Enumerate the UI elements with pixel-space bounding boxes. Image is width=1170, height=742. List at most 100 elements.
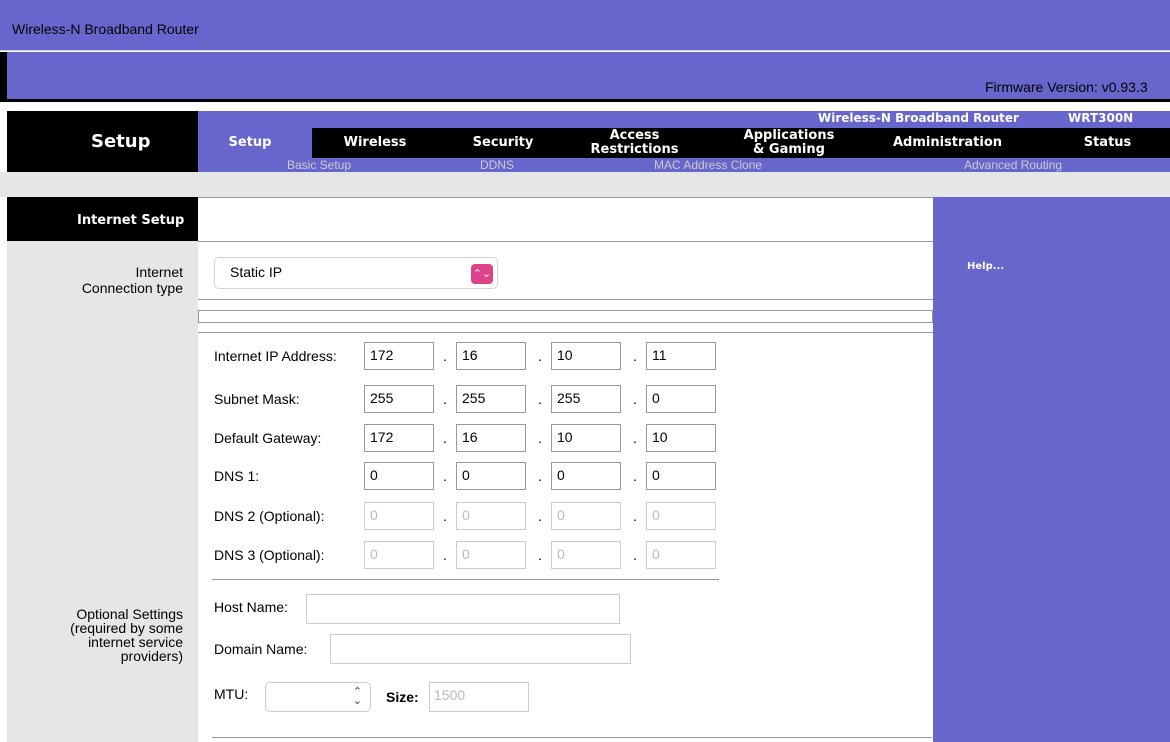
ip-octet-input[interactable]: 172: [364, 342, 434, 370]
size-label: Size:: [386, 689, 419, 705]
connection-type-select[interactable]: Static IP ⌃⌄: [214, 257, 498, 289]
tab-wireless[interactable]: Wireless: [330, 128, 420, 158]
tab-administration[interactable]: Administration: [880, 128, 1015, 158]
ip-octet-input[interactable]: 0: [364, 502, 434, 530]
divider: [212, 737, 932, 738]
tab-setup[interactable]: Setup: [221, 128, 279, 158]
ip-octet-input[interactable]: 16: [456, 424, 526, 452]
header-separator: [0, 172, 1170, 197]
tab-status[interactable]: Status: [1070, 128, 1145, 158]
ip-octet-input[interactable]: 0: [646, 462, 716, 490]
ip-octet-input[interactable]: 16: [456, 342, 526, 370]
model-name: WRT300N: [1068, 111, 1134, 125]
host-name-label: Host Name:: [214, 599, 288, 615]
ip-octet-input[interactable]: 0: [646, 385, 716, 413]
divider: [198, 310, 933, 311]
mtu-select[interactable]: ⌃ ⌄: [265, 682, 371, 712]
ip-octet-input[interactable]: 11: [646, 342, 716, 370]
tab-security[interactable]: Security: [458, 128, 548, 158]
octet-separator: .: [538, 508, 542, 524]
mtu-size-value: 1500: [434, 687, 466, 703]
ip-octet-input[interactable]: 0: [551, 541, 621, 569]
octet-separator: .: [443, 547, 447, 563]
ip-octet-input[interactable]: 10: [551, 342, 621, 370]
ip-field-label: DNS 3 (Optional):: [214, 547, 325, 563]
ip-octet-input[interactable]: 0: [456, 541, 526, 569]
octet-separator: .: [633, 547, 637, 563]
tab-applications-gaming[interactable]: Applications & Gaming: [734, 128, 844, 158]
ip-field-label: Internet IP Address:: [214, 348, 337, 364]
ip-octet-input[interactable]: 0: [364, 462, 434, 490]
divider: [198, 299, 933, 300]
tab-setup-label: Setup: [228, 135, 272, 150]
mtu-label: MTU:: [214, 686, 249, 702]
internet-setup-header: Internet Setup: [7, 197, 198, 241]
ip-octet-input[interactable]: 0: [646, 502, 716, 530]
ip-octet-input[interactable]: 0: [456, 462, 526, 490]
ip-octet-input[interactable]: 255: [364, 385, 434, 413]
ip-octet-input[interactable]: 0: [456, 502, 526, 530]
octet-separator: .: [538, 391, 542, 407]
ip-octet-input[interactable]: 0: [551, 502, 621, 530]
help-panel: [933, 197, 1170, 742]
connection-type-label: Internet Connection type: [81, 264, 183, 296]
domain-name-input[interactable]: [330, 634, 631, 664]
mtu-size-input[interactable]: 1500: [429, 682, 529, 712]
subtab-mac-address-clone[interactable]: MAC Address Clone: [654, 158, 762, 172]
tab-access-restrictions[interactable]: Access Restrictions: [582, 128, 687, 158]
octet-separator: .: [538, 348, 542, 364]
ip-octet-input[interactable]: 172: [364, 424, 434, 452]
octet-separator: .: [538, 430, 542, 446]
ip-field-label: DNS 1:: [214, 468, 260, 484]
octet-separator: .: [538, 547, 542, 563]
ip-octet-input[interactable]: 255: [551, 385, 621, 413]
host-name-input[interactable]: [306, 594, 620, 624]
divider: [198, 322, 933, 323]
tab-administration-label: Administration: [892, 135, 1003, 150]
internet-setup-title: Internet Setup: [77, 213, 185, 228]
connection-type-value: Static IP: [230, 264, 283, 280]
subtab-basic-setup[interactable]: Basic Setup: [287, 158, 351, 172]
divider: [198, 332, 933, 333]
octet-separator: .: [633, 430, 637, 446]
help-link[interactable]: Help...: [967, 261, 1004, 272]
octet-separator: .: [633, 508, 637, 524]
section-header-title: Setup: [91, 131, 151, 152]
domain-name-label: Domain Name:: [214, 641, 308, 657]
ip-field-label: DNS 2 (Optional):: [214, 508, 325, 524]
divider: [198, 241, 933, 242]
tab-status-label: Status: [1083, 135, 1132, 150]
octet-separator: .: [443, 391, 447, 407]
octet-separator: .: [633, 468, 637, 484]
octet-separator: .: [443, 430, 447, 446]
ip-octet-input[interactable]: 0: [364, 541, 434, 569]
window-title: Wireless-N Broadband Router: [12, 21, 199, 37]
product-name: Wireless-N Broadband Router: [818, 111, 1019, 125]
octet-separator: .: [443, 348, 447, 364]
subtab-advanced-routing[interactable]: Advanced Routing: [964, 158, 1062, 172]
firmware-bar: Firmware Version: v0.93.3: [0, 52, 1170, 102]
octet-separator: .: [443, 508, 447, 524]
ip-octet-input[interactable]: 0: [646, 541, 716, 569]
octet-separator: .: [443, 468, 447, 484]
tab-access-restrictions-label: Access Restrictions: [590, 128, 679, 157]
optional-settings-label: Optional Settings (required by some inte…: [70, 606, 183, 664]
firmware-version: Firmware Version: v0.93.3: [985, 79, 1148, 95]
ip-octet-input[interactable]: 10: [646, 424, 716, 452]
select-arrows-icon: ⌃⌄: [471, 264, 493, 284]
tab-wireless-label: Wireless: [343, 135, 407, 150]
section-header: Setup: [7, 111, 198, 172]
divider: [198, 310, 199, 322]
octet-separator: .: [633, 391, 637, 407]
ip-octet-input[interactable]: 10: [551, 424, 621, 452]
tab-applications-gaming-label: Applications & Gaming: [743, 128, 835, 157]
ip-octet-input[interactable]: 255: [456, 385, 526, 413]
title-bar: Wireless-N Broadband Router: [0, 0, 1170, 51]
tab-security-label: Security: [472, 135, 534, 150]
ip-octet-input[interactable]: 0: [551, 462, 621, 490]
octet-separator: .: [633, 348, 637, 364]
subtab-ddns[interactable]: DDNS: [480, 158, 514, 172]
select-arrows-icon: ⌃⌄: [352, 686, 362, 707]
divider: [212, 579, 719, 580]
ip-field-label: Subnet Mask:: [214, 391, 300, 407]
